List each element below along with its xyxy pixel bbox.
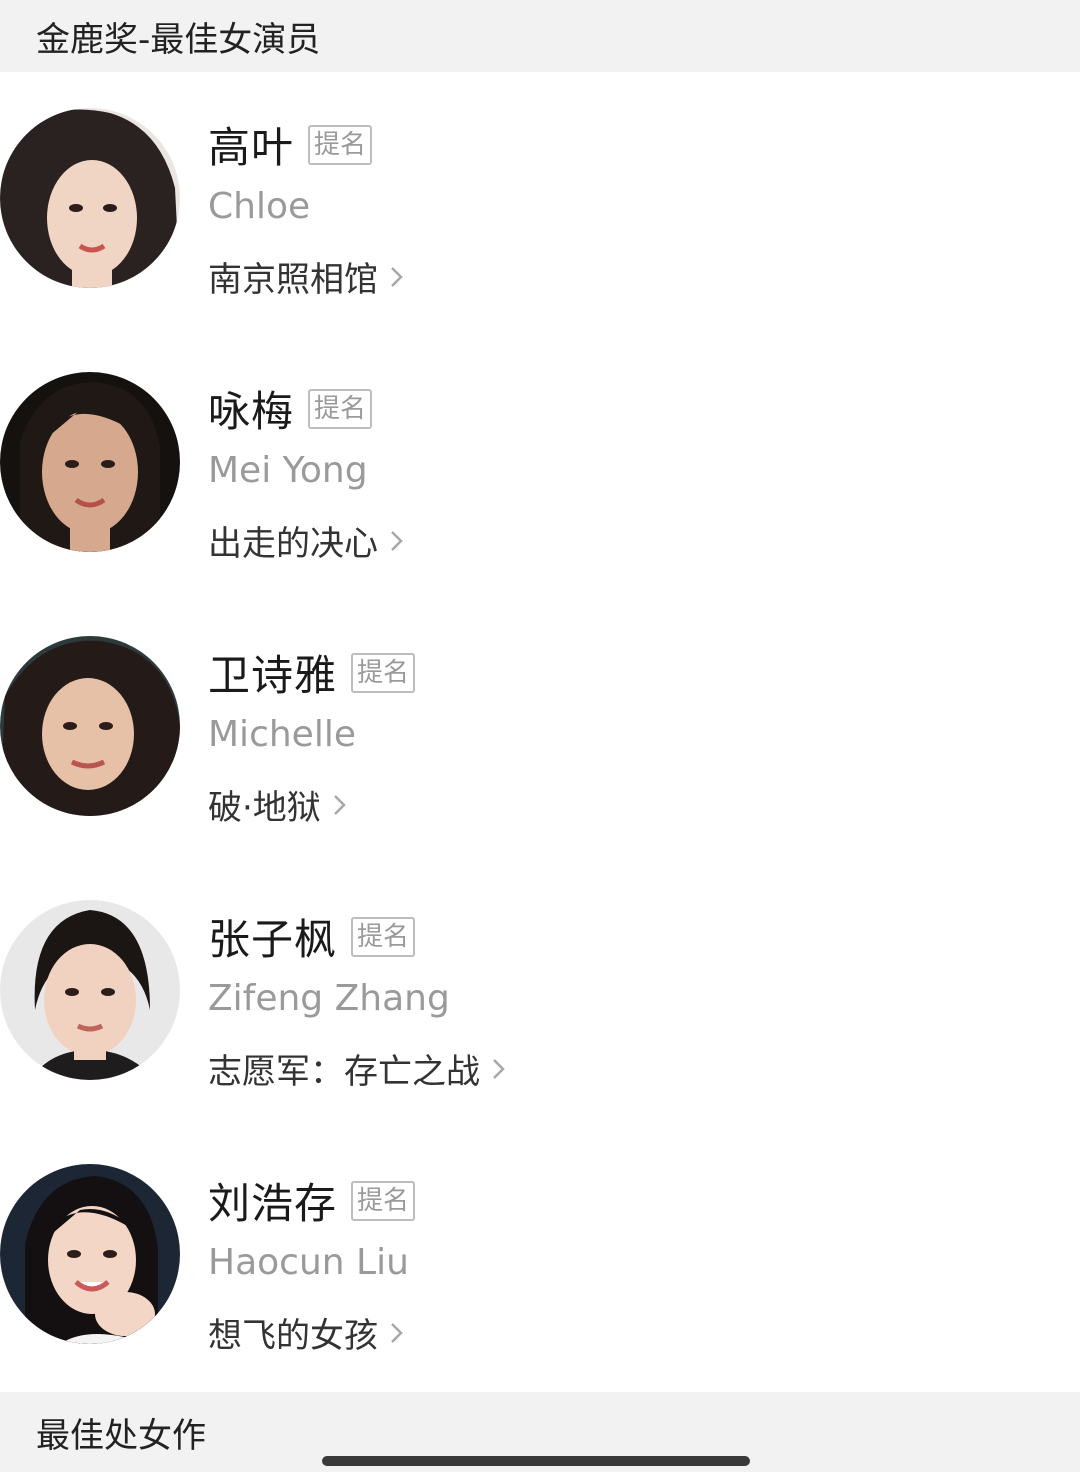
nominee-english-name: Chloe bbox=[208, 186, 311, 227]
nominee-name: 卫诗雅 bbox=[208, 651, 338, 700]
film-link[interactable]: 想飞的女孩 bbox=[208, 1308, 404, 1357]
avatar[interactable] bbox=[0, 108, 180, 288]
nominee-card[interactable]: 卫诗雅 提名 Michelle 破·地狱 bbox=[0, 636, 1080, 836]
chevron-right-icon bbox=[390, 529, 404, 553]
home-indicator[interactable] bbox=[322, 1456, 750, 1466]
nominee-card[interactable]: 高叶 提名 Chloe 南京照相馆 bbox=[0, 108, 1080, 308]
nominee-card[interactable]: 张子枫 提名 Zifeng Zhang 志愿军：存亡之战 bbox=[0, 900, 1080, 1100]
nominee-name: 张子枫 bbox=[208, 915, 338, 964]
nomination-badge: 提名 bbox=[351, 916, 416, 957]
nomination-badge: 提名 bbox=[308, 388, 373, 429]
nominee-english-name: Haocun Liu bbox=[208, 1242, 409, 1283]
chevron-right-icon bbox=[492, 1057, 506, 1081]
chevron-right-icon bbox=[390, 1321, 404, 1345]
film-link[interactable]: 破·地狱 bbox=[208, 780, 347, 829]
section-title: 金鹿奖-最佳女演员 bbox=[36, 19, 321, 60]
nomination-badge: 提名 bbox=[351, 1180, 416, 1221]
avatar[interactable] bbox=[0, 636, 180, 816]
avatar[interactable] bbox=[0, 372, 180, 552]
avatar[interactable] bbox=[0, 900, 180, 1080]
nomination-badge: 提名 bbox=[308, 124, 373, 165]
section-title: 最佳处女作 bbox=[36, 1415, 206, 1456]
nomination-badge: 提名 bbox=[351, 652, 416, 693]
film-link[interactable]: 出走的决心 bbox=[208, 516, 404, 565]
nominee-english-name: Zifeng Zhang bbox=[208, 978, 450, 1019]
film-link[interactable]: 南京照相馆 bbox=[208, 252, 404, 301]
nominee-card[interactable]: 刘浩存 提名 Haocun Liu 想飞的女孩 bbox=[0, 1164, 1080, 1364]
film-title: 破·地狱 bbox=[208, 788, 321, 828]
nominee-english-name: Michelle bbox=[208, 714, 356, 755]
chevron-right-icon bbox=[390, 265, 404, 289]
nominee-english-name: Mei Yong bbox=[208, 450, 368, 491]
film-link[interactable]: 志愿军：存亡之战 bbox=[208, 1044, 506, 1093]
nominee-card[interactable]: 咏梅 提名 Mei Yong 出走的决心 bbox=[0, 372, 1080, 572]
film-title: 志愿军：存亡之战 bbox=[208, 1052, 480, 1092]
film-title: 南京照相馆 bbox=[208, 260, 378, 300]
nominee-name: 刘浩存 bbox=[208, 1179, 338, 1228]
avatar[interactable] bbox=[0, 1164, 180, 1344]
film-title: 出走的决心 bbox=[208, 524, 378, 564]
film-title: 想飞的女孩 bbox=[208, 1316, 378, 1356]
section-header-best-actress: 金鹿奖-最佳女演员 bbox=[0, 0, 1080, 72]
nominee-name: 高叶 bbox=[208, 123, 295, 172]
chevron-right-icon bbox=[333, 793, 347, 817]
nominee-name: 咏梅 bbox=[208, 387, 295, 436]
